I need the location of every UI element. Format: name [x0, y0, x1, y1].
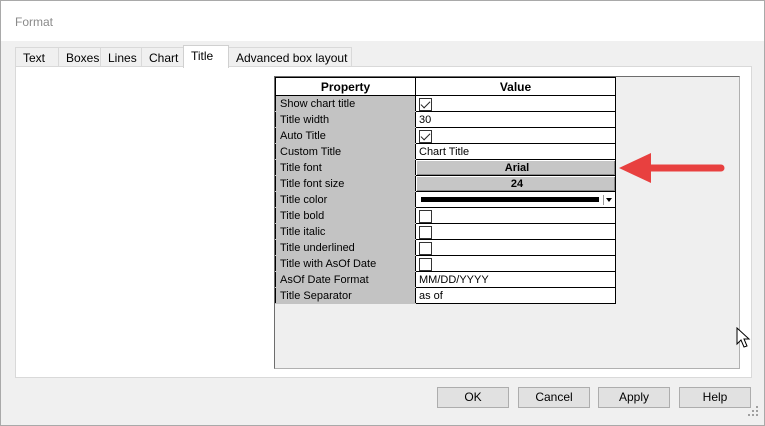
color-swatch — [421, 197, 599, 202]
property-label: AsOf Date Format — [275, 271, 416, 288]
show-chart-title-checkbox-cell[interactable] — [415, 95, 616, 112]
table-row: Title Separator as of — [275, 287, 616, 304]
table-row: AsOf Date Format MM/DD/YYYY — [275, 271, 616, 288]
tab-text[interactable]: Text — [15, 47, 59, 67]
dropdown-separator — [603, 195, 604, 205]
table-row: Title font Arial — [275, 159, 616, 176]
cancel-button[interactable]: Cancel — [518, 387, 590, 408]
annotation-arrow-icon — [619, 153, 725, 183]
property-label: Title italic — [275, 223, 416, 240]
table-row: Show chart title — [275, 95, 616, 112]
window-title: Format — [15, 15, 54, 29]
title-color-picker[interactable] — [419, 194, 612, 206]
table-row: Title width 30 — [275, 111, 616, 128]
property-label: Custom Title — [275, 143, 416, 160]
ok-button[interactable]: OK — [437, 387, 509, 408]
title-width-field[interactable]: 30 — [415, 111, 616, 128]
property-label: Title underlined — [275, 239, 416, 256]
resize-grip-icon[interactable] — [746, 404, 760, 418]
property-label: Title font size — [275, 175, 416, 192]
auto-title-checkbox[interactable] — [419, 129, 432, 143]
help-button[interactable]: Help — [679, 387, 751, 408]
title-bar: Format — [1, 1, 764, 41]
title-font-size-button[interactable]: 24 — [415, 175, 616, 192]
property-label: Show chart title — [275, 95, 416, 112]
format-dialog: Format Text Boxes Lines Chart Title Adva… — [0, 0, 765, 426]
asof-date-format-field[interactable]: MM/DD/YYYY — [415, 271, 616, 288]
tab-chart[interactable]: Chart — [141, 47, 184, 67]
property-label: Title Separator — [275, 287, 416, 304]
custom-title-field[interactable]: Chart Title — [415, 143, 616, 160]
column-header-property: Property — [275, 77, 416, 96]
table-row: Title font size 24 — [275, 175, 616, 192]
apply-button[interactable]: Apply — [598, 387, 670, 408]
title-with-asof-date-checkbox-cell[interactable] — [415, 255, 616, 272]
property-label: Title with AsOf Date — [275, 255, 416, 272]
table-row: Title bold — [275, 207, 616, 224]
chevron-down-icon[interactable] — [606, 198, 612, 202]
table-row: Title underlined — [275, 239, 616, 256]
title-underlined-checkbox[interactable] — [419, 241, 432, 255]
table-row: Title color — [275, 191, 616, 208]
title-with-asof-date-checkbox[interactable] — [419, 257, 432, 271]
title-color-cell[interactable] — [415, 191, 616, 208]
property-grid: Property Value Show chart title Title wi… — [274, 76, 740, 369]
table-row: Custom Title Chart Title — [275, 143, 616, 160]
title-separator-field[interactable]: as of — [415, 287, 616, 304]
auto-title-checkbox-cell[interactable] — [415, 127, 616, 144]
property-label: Title color — [275, 191, 416, 208]
property-label: Title bold — [275, 207, 416, 224]
table-row: Title with AsOf Date — [275, 255, 616, 272]
table-row: Auto Title — [275, 127, 616, 144]
mouse-pointer-icon — [736, 327, 751, 348]
title-bold-checkbox[interactable] — [419, 209, 432, 223]
property-label: Title font — [275, 159, 416, 176]
show-chart-title-checkbox[interactable] — [419, 97, 432, 111]
property-table: Property Value Show chart title Title wi… — [275, 77, 616, 304]
tab-lines[interactable]: Lines — [100, 47, 142, 67]
table-row: Title italic — [275, 223, 616, 240]
title-font-button[interactable]: Arial — [415, 159, 616, 176]
tab-advanced-box-layout[interactable]: Advanced box layout — [228, 47, 352, 67]
column-header-value: Value — [415, 77, 616, 96]
title-italic-checkbox-cell[interactable] — [415, 223, 616, 240]
title-underlined-checkbox-cell[interactable] — [415, 239, 616, 256]
property-label: Title width — [275, 111, 416, 128]
title-italic-checkbox[interactable] — [419, 225, 432, 239]
title-bold-checkbox-cell[interactable] — [415, 207, 616, 224]
property-label: Auto Title — [275, 127, 416, 144]
tab-title[interactable]: Title — [183, 45, 229, 68]
title-tab-panel: Property Value Show chart title Title wi… — [15, 66, 752, 378]
tab-boxes[interactable]: Boxes — [58, 47, 101, 67]
